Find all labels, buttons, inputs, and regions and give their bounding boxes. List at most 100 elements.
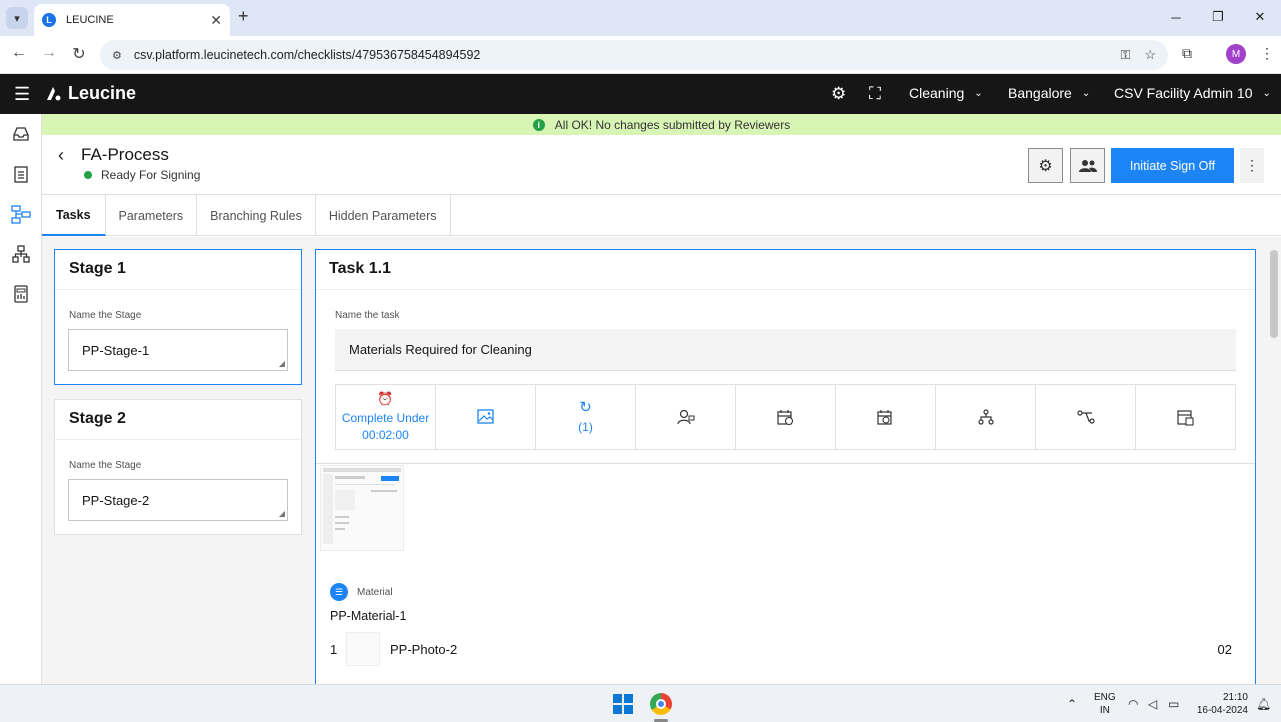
task-name-input[interactable]: Materials Required for Cleaning (335, 329, 1236, 371)
process-tabs: Tasks Parameters Branching Rules Hidden … (42, 195, 1281, 236)
window-close-icon[interactable]: ✕ (1239, 0, 1281, 34)
close-tab-icon[interactable]: ✕ (210, 12, 222, 29)
restore-icon[interactable]: ❐ (1197, 0, 1239, 34)
stage-card[interactable]: Stage 2 Name the Stage PP-Stage-2 ◢ (54, 399, 302, 535)
browser-tab[interactable]: L LEUCINE ✕ (34, 4, 230, 36)
resize-handle-icon[interactable]: ◢ (279, 359, 285, 368)
windows-start-icon[interactable] (613, 694, 633, 714)
stage-name-value: PP-Stage-1 (82, 342, 150, 358)
settings-gear-icon[interactable]: ⚙ (831, 84, 846, 104)
leucine-logo[interactable]: Leucine (44, 83, 136, 104)
hierarchy-tool[interactable] (936, 385, 1036, 449)
calendar-clock-icon (777, 409, 794, 425)
browser-tab-title: LEUCINE (66, 14, 114, 26)
material-item-photo[interactable] (346, 632, 380, 666)
chevron-down-icon: ⌄ (1262, 87, 1271, 99)
sidebar-checklist-icon[interactable] (9, 162, 33, 186)
browser-menu-icon[interactable]: ⋮ (1260, 45, 1274, 62)
leucine-favicon-icon: L (42, 13, 56, 27)
tab-tasks[interactable]: Tasks (42, 195, 106, 236)
volume-icon[interactable]: ◁ (1148, 685, 1157, 722)
extensions-icon[interactable]: ⧉ (1182, 45, 1192, 62)
material-item-row: 1 PP-Photo-2 02 (330, 631, 1232, 667)
tab-parameters[interactable]: Parameters (106, 195, 198, 236)
tray-overflow-icon[interactable]: ⌃ (1067, 685, 1077, 722)
back-chevron-icon[interactable]: ‹ (58, 145, 64, 166)
review-status-banner: i All OK! No changes submitted by Review… (42, 114, 1281, 135)
task-name-label: Name the task (335, 310, 400, 321)
alarm-clock-icon: ⏰ (377, 390, 394, 406)
page-scrollbar[interactable] (1270, 250, 1278, 338)
notification-bell-icon[interactable]: 🔔︎ (1256, 685, 1271, 722)
resize-handle-icon[interactable]: ◢ (279, 509, 285, 518)
os-taskbar: ⌃ ENG IN ◠ ◁ ▭ 21:10 16-04-2024 🔔︎ (0, 684, 1281, 722)
initiate-sign-off-button[interactable]: Initiate Sign Off (1111, 148, 1234, 183)
branching-tool[interactable] (1036, 385, 1136, 449)
battery-icon[interactable]: ▭ (1168, 685, 1179, 722)
sidebar-inbox-icon[interactable] (9, 122, 33, 146)
material-list-icon: ☰ (330, 583, 348, 601)
task-toolbar: ⏰ Complete Under 00:02:00 ↻ (1) (335, 384, 1236, 450)
app-header: ☰ Leucine ⚙ ⛶ Cleaning ⌄ Bangalore ⌄ CSV… (0, 74, 1281, 114)
material-name: PP-Material-1 (330, 609, 407, 623)
chevron-down-icon: ⌄ (1081, 87, 1091, 99)
user-dropdown[interactable]: CSV Facility Admin 10 ⌄ (1114, 85, 1271, 101)
brand-name: Leucine (68, 83, 137, 103)
wifi-icon[interactable]: ◠ (1128, 685, 1138, 722)
media-tool[interactable] (436, 385, 536, 449)
facility-dropdown[interactable]: Cleaning ⌄ (909, 85, 983, 101)
schedule-tool[interactable] (736, 385, 836, 449)
timer-label: Complete Under (341, 410, 430, 425)
profile-avatar[interactable]: M (1226, 44, 1246, 64)
stage-name-value: PP-Stage-2 (82, 492, 150, 508)
sidebar-reports-icon[interactable] (9, 282, 33, 306)
collaborators-button[interactable] (1070, 148, 1105, 183)
chevron-down-icon: ⌄ (974, 87, 983, 99)
material-item-name: PP-Photo-2 (390, 641, 458, 657)
minimize-icon[interactable]: ─ (1155, 0, 1197, 34)
password-key-icon[interactable]: ⚿ (1120, 47, 1130, 63)
language-region: IN (1099, 705, 1110, 716)
reload-icon[interactable]: ↻ (68, 44, 90, 64)
url-omnibox[interactable]: ⚙ csv.platform.leucinetech.com/checklist… (100, 40, 1168, 70)
timer-tool[interactable]: ⏰ Complete Under 00:02:00 (336, 385, 436, 449)
site-info-icon[interactable]: ⚙ (112, 49, 122, 62)
system-clock[interactable]: 21:10 16-04-2024 (1195, 691, 1248, 717)
hamburger-menu-icon[interactable]: ☰ (14, 84, 30, 105)
save-action-tool[interactable] (1136, 385, 1235, 449)
assignee-tool[interactable] (636, 385, 736, 449)
sidebar-hierarchy-icon[interactable] (9, 242, 33, 266)
user-dropdown-value: CSV Facility Admin 10 (1114, 85, 1253, 101)
address-bar: ← → ↻ ⚙ csv.platform.leucinetech.com/che… (0, 36, 1281, 74)
recurrence-icon: ↻ (579, 399, 592, 416)
forward-arrow-icon[interactable]: → (38, 44, 60, 62)
due-date-tool[interactable] (836, 385, 936, 449)
material-section-label: Material (357, 586, 393, 598)
new-tab-button[interactable]: + (238, 6, 249, 27)
calendar-save-icon (1177, 409, 1194, 426)
info-icon: i (532, 118, 545, 131)
stage-card[interactable]: Stage 1 Name the Stage PP-Stage-1 ◢ (54, 249, 302, 385)
task-name-value: Materials Required for Cleaning (349, 342, 532, 357)
recurrence-tool[interactable]: ↻ (1) (536, 385, 636, 449)
tab-branching-rules[interactable]: Branching Rules (197, 195, 316, 236)
stage-name-input[interactable]: PP-Stage-2 ◢ (68, 479, 288, 521)
sidebar-process-icon[interactable] (9, 202, 33, 226)
more-options-icon[interactable]: ⋮ (1240, 148, 1264, 183)
task-media-thumbnail[interactable] (320, 465, 404, 551)
scan-icon[interactable]: ⛶ (869, 84, 881, 104)
tab-hidden-parameters[interactable]: Hidden Parameters (316, 195, 451, 236)
process-settings-button[interactable]: ⚙ (1028, 148, 1063, 183)
stage-name-input[interactable]: PP-Stage-1 ◢ (68, 329, 288, 371)
back-arrow-icon[interactable]: ← (8, 44, 30, 62)
browser-tabstrip: ▾ L LEUCINE ✕ + ─ ❐ ✕ (0, 0, 1281, 36)
bookmark-star-icon[interactable]: ☆ (1144, 47, 1156, 63)
location-dropdown[interactable]: Bangalore ⌄ (1008, 85, 1090, 101)
material-item-index: 1 (330, 641, 338, 657)
tab-search-button[interactable]: ▾ (6, 7, 28, 29)
stage-title: Stage 2 (55, 400, 301, 440)
task-title: Task 1.1 (316, 250, 1255, 290)
chrome-app-icon[interactable] (650, 693, 672, 715)
language-indicator[interactable]: ENG IN (1094, 691, 1116, 717)
url-text[interactable]: csv.platform.leucinetech.com/checklists/… (134, 48, 1121, 62)
